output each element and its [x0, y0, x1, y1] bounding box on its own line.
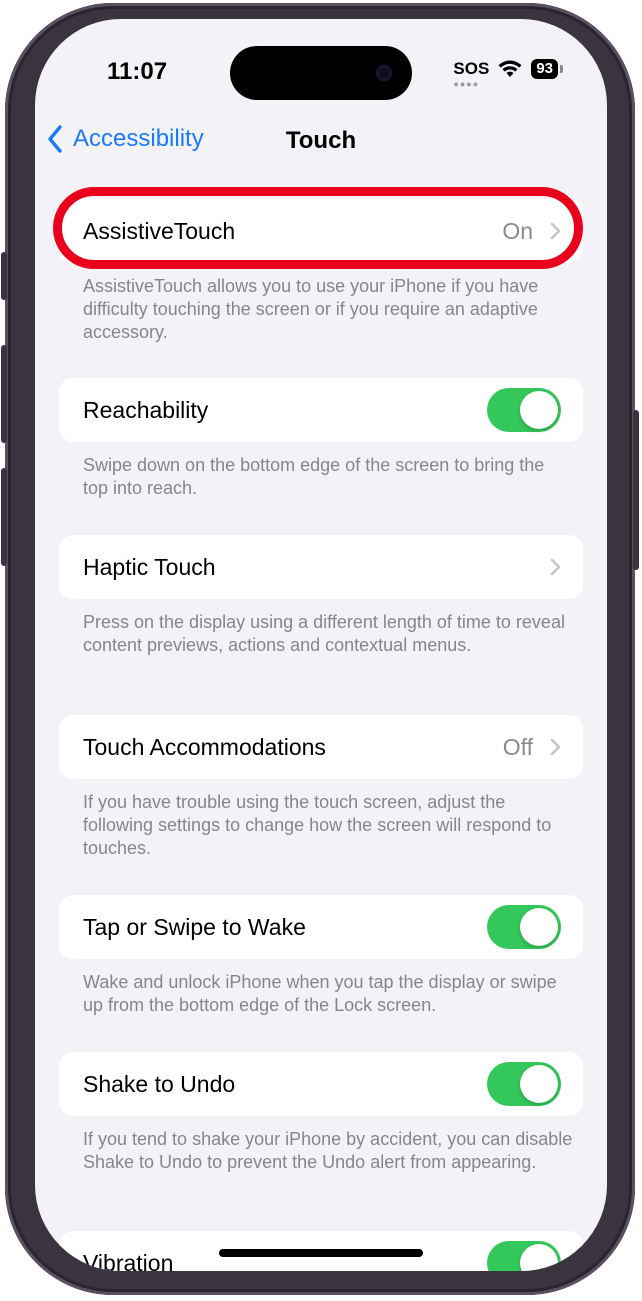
toggle-knob — [520, 1244, 558, 1271]
assistivetouch-label: AssistiveTouch — [83, 218, 236, 244]
volume-down-button — [1, 468, 7, 566]
haptic-touch-label: Haptic Touch — [83, 554, 216, 580]
status-time: 11:07 — [107, 58, 168, 85]
chevron-right-icon — [550, 738, 561, 756]
shake-to-undo-label: Shake to Undo — [83, 1071, 236, 1097]
side-button — [633, 410, 639, 570]
sos-label: SOS — [453, 59, 490, 78]
battery-tip — [560, 65, 563, 73]
toggle-knob — [520, 391, 558, 429]
tap-to-wake-footer: Wake and unlock iPhone when you tap the … — [83, 972, 557, 1015]
touch-accommodations-value: Off — [502, 734, 533, 760]
reachability-label: Reachability — [83, 397, 209, 423]
vibration-label: Vibration — [83, 1250, 174, 1271]
battery-level: 93 — [531, 59, 558, 79]
chevron-right-icon — [550, 558, 561, 576]
action-button — [1, 252, 7, 300]
assistivetouch-footer: AssistiveTouch allows you to use your iP… — [83, 276, 539, 342]
screen: 11:07 SOS ●●●● 93 Accessibility Touch As… — [35, 19, 607, 1271]
touch-accommodations-row[interactable]: Touch Accommodations Off — [59, 715, 583, 779]
toggle-knob — [520, 1065, 558, 1103]
tap-to-wake-label: Tap or Swipe to Wake — [83, 914, 306, 940]
assistivetouch-value: On — [502, 218, 533, 244]
reachability-footer: Swipe down on the bottom edge of the scr… — [83, 455, 545, 498]
home-indicator[interactable] — [219, 1249, 423, 1257]
reachability-toggle[interactable] — [487, 388, 561, 432]
haptic-touch-footer: Press on the display using a different l… — [83, 612, 565, 655]
haptic-touch-row[interactable]: Haptic Touch — [59, 535, 583, 599]
volume-up-button — [1, 345, 7, 443]
touch-accommodations-label: Touch Accommodations — [83, 734, 326, 760]
status-indicators: SOS ●●●● 93 — [453, 59, 563, 89]
navigation-bar: Accessibility Touch — [35, 119, 607, 163]
wifi-icon — [498, 60, 522, 77]
shake-to-undo-footer: If you tend to shake your iPhone by acci… — [83, 1129, 573, 1172]
reachability-row: Reachability — [59, 378, 583, 442]
vibration-toggle[interactable] — [487, 1241, 561, 1271]
signal-dots: ●●●● — [453, 79, 480, 89]
touch-accommodations-footer: If you have trouble using the touch scre… — [83, 792, 552, 858]
battery-icon: 93 — [531, 59, 563, 79]
assistivetouch-row[interactable]: AssistiveTouch On — [59, 199, 583, 263]
shake-to-undo-toggle[interactable] — [487, 1062, 561, 1106]
camera-icon — [376, 65, 392, 81]
page-title: Touch — [285, 127, 357, 154]
dynamic-island — [230, 46, 412, 100]
chevron-right-icon — [550, 222, 561, 240]
sos-indicator: SOS ●●●● — [453, 59, 490, 89]
toggle-knob — [520, 908, 558, 946]
tap-to-wake-toggle[interactable] — [487, 905, 561, 949]
shake-to-undo-row: Shake to Undo — [59, 1052, 583, 1116]
tap-to-wake-row: Tap or Swipe to Wake — [59, 895, 583, 959]
